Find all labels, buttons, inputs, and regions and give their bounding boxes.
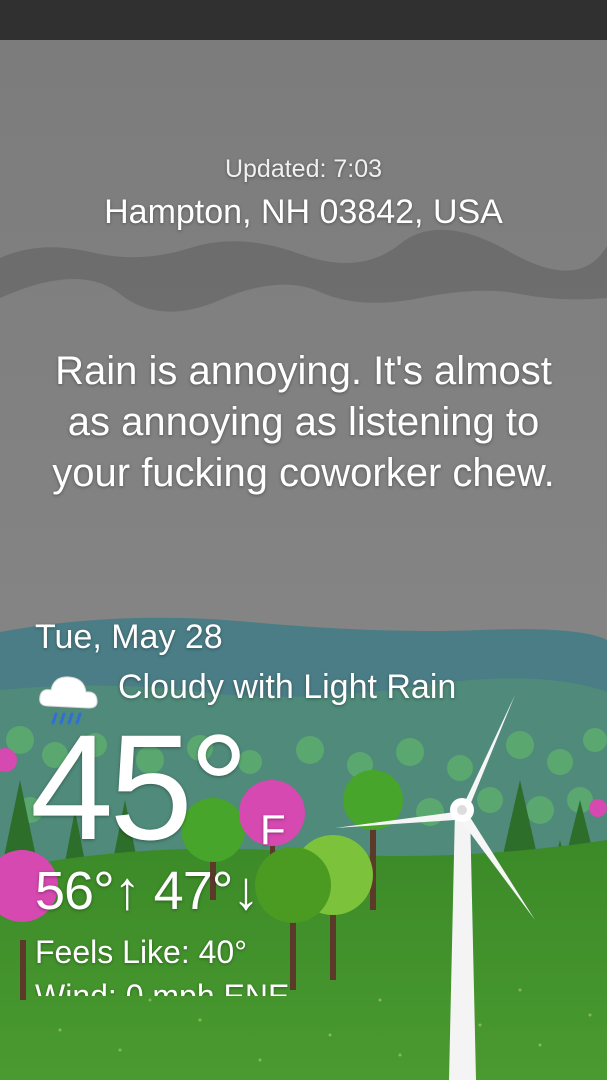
condition-label: Cloudy with Light Rain — [118, 668, 457, 706]
location-label[interactable]: Hampton, NH 03842, USA — [0, 193, 607, 232]
temperature-unit[interactable]: F — [260, 806, 286, 854]
forecast-date: Tue, May 28 — [35, 618, 223, 656]
status-bar — [0, 0, 607, 40]
weather-quote[interactable]: Rain is annoying. It's almost as annoyin… — [30, 346, 577, 499]
high-low-temperature: 56°↑ 47°↓ — [35, 861, 259, 921]
current-temperature: 45° — [30, 703, 249, 871]
feels-like: Feels Like: 40° — [35, 934, 248, 970]
wind-info: Wind: 0 mph ENE — [35, 978, 290, 996]
updated-time: Updated: 7:03 — [224, 155, 383, 183]
